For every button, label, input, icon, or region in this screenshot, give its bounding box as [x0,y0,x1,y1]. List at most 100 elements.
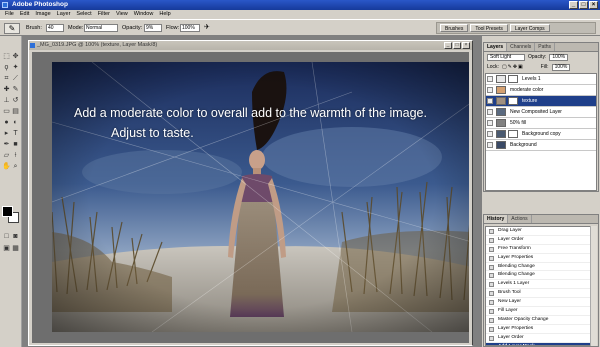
tab-actions[interactable]: Actions [508,215,532,223]
mode-select[interactable]: Normal [84,24,118,32]
dodge-tool-icon[interactable]: ◐ [11,118,20,127]
well-tab-brushes[interactable]: Brushes [440,24,469,32]
blur-tool-icon[interactable]: ● [2,118,11,127]
blend-mode-select[interactable]: Soft Light [487,53,525,61]
layer-row[interactable]: moderate color [486,85,596,96]
type-tool-icon[interactable]: T [11,129,20,138]
tab-history[interactable]: History [484,215,509,223]
tab-layers[interactable]: Layers [484,43,508,51]
history-state[interactable]: Fill Layer [486,307,590,316]
hand-tool-icon[interactable]: ✋ [2,162,11,171]
tab-channels[interactable]: Channels [507,43,536,51]
menu-help[interactable]: Help [156,10,173,19]
well-tab-tool-presets[interactable]: Tool Presets [470,24,508,32]
layer-mask-thumbnail[interactable] [508,130,518,138]
visibility-eye-icon[interactable] [487,76,493,82]
airbrush-icon[interactable]: ✈ [204,23,210,31]
layer-mask-thumbnail[interactable] [508,75,518,83]
path-selection-tool-icon[interactable]: ▸ [2,129,11,138]
history-state[interactable]: Add Layer Mask [486,342,590,345]
layer-row[interactable]: Background copy [486,129,596,140]
lock-icons[interactable]: ▢✎✥▣ [502,64,524,70]
layer-mask-thumbnail[interactable] [508,97,518,105]
fill-input[interactable]: 100% [551,63,571,71]
visibility-eye-icon[interactable] [487,87,493,93]
zoom-tool-icon[interactable]: ⌕ [11,162,20,171]
layer-row[interactable]: Background [486,140,596,151]
history-state[interactable]: Free Transform [486,245,590,254]
brush-label: Brush: [26,25,42,31]
menu-window[interactable]: Window [131,10,157,19]
marquee-tool-icon[interactable]: ⬚ [2,52,11,61]
shape-tool-icon[interactable]: ■ [11,140,20,149]
move-tool-icon[interactable]: ✥ [11,52,20,61]
healing-brush-tool-icon[interactable]: ✚ [2,85,11,94]
history-state[interactable]: Blending Change [486,263,590,272]
brush-tool-icon[interactable]: ✎ [11,85,20,94]
history-state[interactable]: Layer Properties [486,325,590,334]
visibility-eye-icon[interactable] [487,109,493,115]
menu-image[interactable]: Image [32,10,53,19]
quick-mask-mode-icon[interactable]: ◙ [11,232,20,241]
close-button[interactable]: × [589,1,598,9]
maximize-button[interactable]: □ [579,1,588,9]
gradient-tool-icon[interactable]: ▤ [11,107,20,116]
document-maximize-button[interactable]: □ [453,42,461,49]
brush-size-picker[interactable]: 40 [46,24,64,32]
tab-paths[interactable]: Paths [535,43,556,51]
clone-stamp-tool-icon[interactable]: ⊥ [2,96,11,105]
slice-tool-icon[interactable]: ⟋ [11,74,20,83]
history-state[interactable]: Layer Properties [486,254,590,263]
history-state-label: Brush Tool [498,290,521,296]
layer-row[interactable]: texture [486,96,596,107]
standard-mode-icon[interactable]: □ [2,232,11,241]
brush-tool-icon[interactable]: ✎ [4,23,20,34]
canvas-area[interactable]: Add a moderate color to overall add to t… [32,52,469,343]
visibility-eye-icon[interactable] [487,131,493,137]
menu-edit[interactable]: Edit [17,10,32,19]
magic-wand-tool-icon[interactable]: ✦ [11,63,20,72]
pen-tool-icon[interactable]: ✒ [2,140,11,149]
history-scrollbar[interactable] [590,226,597,346]
eyedropper-tool-icon[interactable]: ⟊ [11,151,20,160]
menu-file[interactable]: File [2,10,17,19]
history-state[interactable]: Master Opacity Change [486,316,590,325]
menu-select[interactable]: Select [73,10,94,19]
layer-opacity-input[interactable]: 100% [549,53,569,61]
layer-row[interactable]: New Composited Layer [486,107,596,118]
opacity-input[interactable]: 9% [144,24,162,32]
menu-filter[interactable]: Filter [95,10,113,19]
photo-canvas[interactable]: Add a moderate color to overall add to t… [52,62,469,332]
history-state-icon [489,229,494,234]
screen-mode-full-icon[interactable]: ▦ [11,244,20,253]
eraser-tool-icon[interactable]: ▭ [2,107,11,116]
minimize-button[interactable]: _ [569,1,578,9]
history-state[interactable]: Brush Tool [486,289,590,299]
history-state[interactable]: New Layer [486,298,590,308]
menu-view[interactable]: View [113,10,131,19]
crop-tool-icon[interactable]: ⌗ [2,74,11,83]
document-title-bar[interactable]: _MG_0319.JPG @ 100% (texture, Layer Mask… [29,41,472,50]
flow-input[interactable]: 100% [180,24,200,32]
screen-mode-icon[interactable]: ▣ [2,244,11,253]
history-state[interactable]: Layer Order [486,236,590,245]
document-close-button[interactable]: × [462,42,470,49]
document-minimize-button[interactable]: _ [444,42,452,49]
history-state-icon [489,246,494,252]
layer-row[interactable]: Levels 1 [486,74,596,85]
layer-row[interactable]: 50% fill [486,118,596,129]
history-state[interactable]: Drag Layer [486,227,590,236]
foreground-color-swatch[interactable] [2,206,13,217]
history-state-label: Layer Properties [498,325,534,331]
menu-layer[interactable]: Layer [54,10,74,19]
notes-tool-icon[interactable]: ▱ [2,151,11,160]
visibility-eye-icon[interactable] [487,142,493,148]
history-state[interactable]: Levels 1 Layer [486,280,590,290]
history-state[interactable]: Layer Order [486,334,590,343]
lasso-tool-icon[interactable]: ϙ [2,63,11,72]
visibility-eye-icon[interactable] [487,120,493,126]
history-brush-tool-icon[interactable]: ↺ [11,96,20,105]
visibility-eye-icon[interactable] [487,98,493,104]
well-tab-layer-comps[interactable]: Layer Comps [509,24,550,32]
history-state[interactable]: Blending Change [486,271,590,281]
